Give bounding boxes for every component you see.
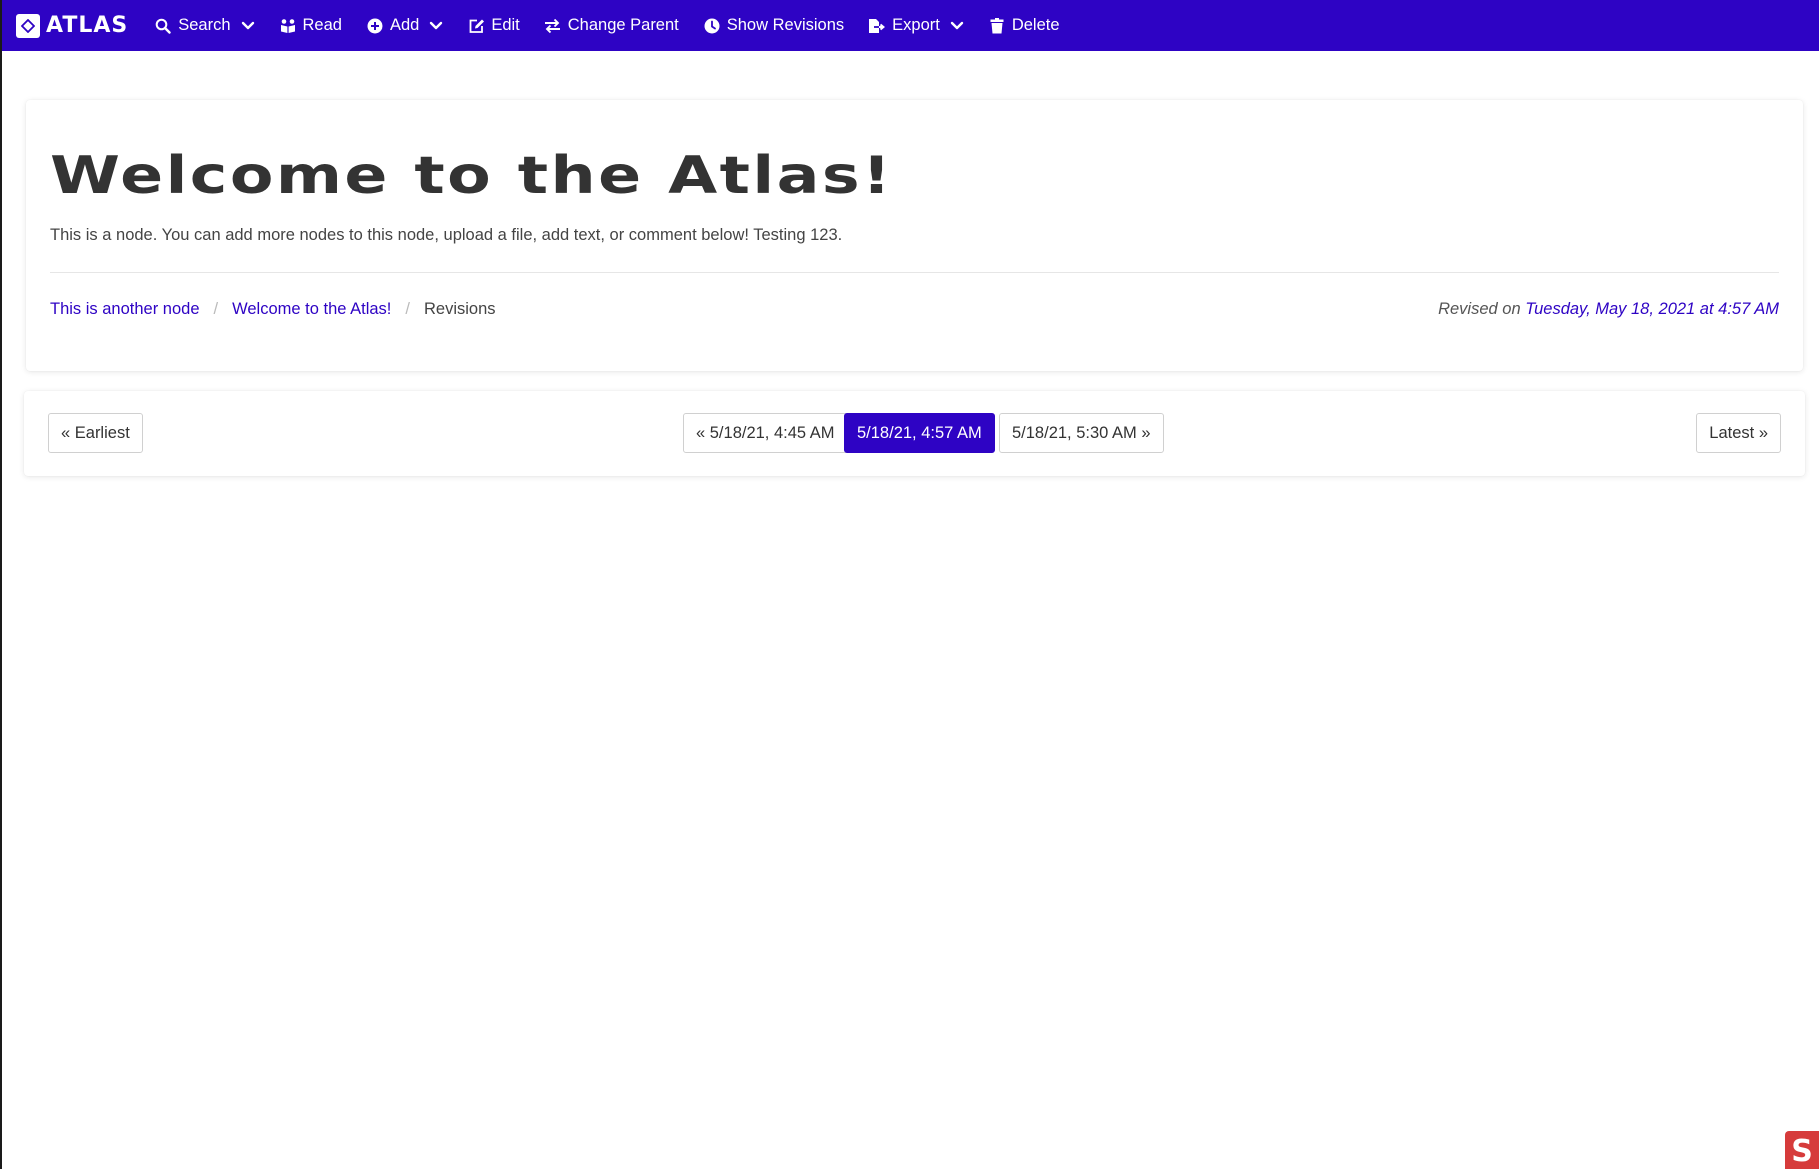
nav-show-revisions[interactable]: Show Revisions: [703, 16, 844, 35]
latest-revision-button[interactable]: Latest »: [1696, 413, 1781, 453]
revision-pager: « Earliest « 5/18/21, 4:45 AM 5/18/21, 4…: [24, 391, 1805, 476]
export-icon: [868, 17, 886, 35]
top-navbar: ATLAS Search Read Add Edit Change Parent…: [2, 0, 1819, 51]
breadcrumb-separator: /: [405, 300, 410, 318]
earliest-revision-button[interactable]: « Earliest: [48, 413, 143, 453]
node-description: This is a node. You can add more nodes t…: [50, 226, 843, 244]
node-card: Welcome to the Atlas! This is a node. Yo…: [26, 100, 1803, 371]
clock-icon: [703, 17, 721, 35]
nav-read[interactable]: Read: [279, 16, 342, 35]
edit-icon: [467, 17, 485, 35]
corner-badge-icon[interactable]: S: [1785, 1131, 1819, 1169]
page-title: Welcome to the Atlas!: [50, 146, 894, 206]
breadcrumb-separator: /: [213, 300, 219, 318]
nav-read-label: Read: [302, 16, 342, 34]
nav-search-label: Search: [178, 16, 231, 34]
nav-edit[interactable]: Edit: [467, 16, 520, 35]
divider: [50, 272, 1779, 273]
nav-delete[interactable]: Delete: [988, 16, 1060, 35]
brand[interactable]: ATLAS: [16, 13, 128, 38]
nav-search[interactable]: Search: [154, 16, 254, 35]
search-icon: [154, 17, 172, 35]
nav-change-parent-label: Change Parent: [567, 16, 679, 34]
chevron-down-icon: [241, 19, 255, 33]
breadcrumb-current: Revisions: [423, 300, 496, 318]
nav-show-revisions-label: Show Revisions: [726, 16, 845, 34]
revision-info: Revised on Tuesday, May 18, 2021 at 4:57…: [1438, 300, 1779, 319]
read-icon: [279, 17, 297, 35]
next-revision-button[interactable]: 5/18/21, 5:30 AM »: [999, 413, 1164, 453]
current-revision-button[interactable]: 5/18/21, 4:57 AM: [844, 413, 995, 453]
breadcrumb: This is another node / Welcome to the At…: [50, 300, 496, 319]
trash-icon: [988, 17, 1006, 35]
revised-prefix: Revised on: [1438, 300, 1521, 318]
previous-revision-button[interactable]: « 5/18/21, 4:45 AM: [683, 413, 848, 453]
chevron-down-icon: [950, 19, 964, 33]
nav-add-label: Add: [389, 16, 420, 34]
breadcrumb-link-node[interactable]: Welcome to the Atlas!: [232, 300, 391, 319]
nav-delete-label: Delete: [1011, 16, 1060, 34]
nav-add[interactable]: Add: [366, 16, 443, 35]
chevron-down-icon: [429, 19, 443, 33]
plus-circle-icon: [366, 17, 384, 35]
nav-edit-label: Edit: [491, 16, 520, 34]
brand-name: ATLAS: [46, 13, 129, 38]
atlas-logo-icon: [16, 13, 40, 38]
breadcrumb-link-parent[interactable]: This is another node: [50, 300, 200, 319]
nav-export-label: Export: [892, 16, 940, 34]
swap-icon: [544, 17, 562, 35]
nav-change-parent[interactable]: Change Parent: [544, 16, 679, 35]
revised-date: Tuesday, May 18, 2021 at 4:57 AM: [1525, 300, 1779, 318]
nav-export[interactable]: Export: [868, 16, 964, 35]
